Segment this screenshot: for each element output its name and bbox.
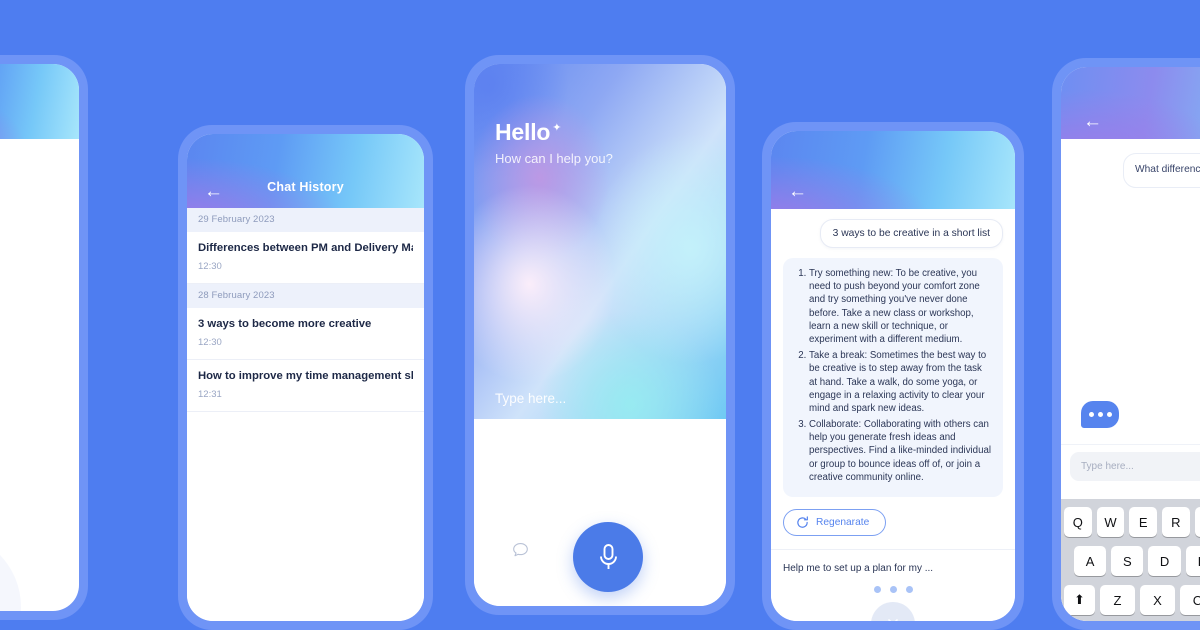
sparkle-icon: ✦ (552, 122, 562, 135)
on-screen-keyboard: Q W E R T Y A S D F G ⬆ Z X (1061, 499, 1200, 621)
key-t[interactable]: T (1194, 507, 1200, 537)
gradient-header (0, 64, 79, 139)
list-item[interactable]: How to improve my time management skills… (187, 360, 424, 412)
input-placeholder-text[interactable]: Type here... (495, 391, 566, 406)
gradient-header (1061, 67, 1200, 139)
key-r[interactable]: R (1162, 507, 1190, 537)
key-c[interactable]: C (1180, 585, 1200, 615)
screen-answer: ← 3 ways to be creative in a short list … (771, 131, 1015, 621)
answer-item: Take a break: Sometimes the best way to … (809, 349, 992, 415)
key-shift[interactable]: ⬆ (1064, 585, 1095, 615)
answer-item: Try something new: To be creative, you n… (809, 267, 992, 346)
message-input[interactable]: Type here... (1070, 452, 1200, 481)
phone-keyboard: ← What difference Delivery Manag Type he… (1052, 58, 1200, 630)
keyboard-row-3: ⬆ Z X C V (1064, 585, 1200, 615)
page-title: Chat History (267, 180, 344, 194)
mic-button[interactable] (573, 522, 643, 592)
list-item[interactable]: 3 ways to become more creative 12:30 (187, 308, 424, 360)
back-arrow-icon[interactable]: ← (788, 182, 807, 201)
greeting-title: Hello ✦ (495, 119, 561, 146)
microphone-icon (599, 543, 617, 569)
conversation-body: 3 ways to be creative in a short list Tr… (771, 209, 1015, 621)
key-w[interactable]: W (1096, 507, 1125, 537)
screen-listening: tening (0, 64, 79, 611)
phone-home: Hello ✦ How can I help you? Type here... (465, 55, 735, 615)
key-s[interactable]: S (1111, 546, 1144, 576)
loading-dots (873, 586, 913, 593)
greeting-subtitle: How can I help you? (495, 151, 613, 166)
divider (771, 549, 1015, 550)
screen-chat-history: ← Chat History 29 February 2023 Differen… (187, 134, 424, 621)
back-arrow-icon[interactable]: ← (1083, 112, 1102, 131)
conversation-body: What difference Delivery Manag Type here… (1061, 139, 1200, 621)
chat-bubble-icon[interactable] (512, 542, 529, 564)
typing-indicator (1081, 401, 1119, 428)
greeting-text: Hello (495, 119, 551, 145)
list-item-time: 12:30 (198, 261, 222, 272)
refresh-icon (797, 516, 808, 528)
key-z[interactable]: Z (1100, 585, 1135, 615)
list-item-time: 12:30 (198, 337, 222, 348)
user-message-bubble: 3 ways to be creative in a short list (819, 219, 1003, 248)
history-list: 29 February 2023 Differences between PM … (187, 208, 424, 621)
key-e[interactable]: E (1129, 507, 1158, 537)
keyboard-row-2: A S D F G (1064, 546, 1200, 576)
key-f[interactable]: F (1185, 546, 1200, 576)
key-q[interactable]: Q (1064, 507, 1092, 537)
list-item-title: How to improve my time management skills (198, 370, 413, 382)
gradient-mesh-background (474, 64, 726, 419)
phone-chat-history: ← Chat History 29 February 2023 Differen… (178, 125, 433, 630)
key-d[interactable]: D (1148, 546, 1181, 576)
close-button[interactable] (871, 602, 915, 621)
regenerate-label: Regenarate (816, 517, 870, 528)
keyboard-row-1: Q W E R T Y (1064, 507, 1200, 537)
phone-listening: tening (0, 55, 88, 620)
screen-home: Hello ✦ How can I help you? Type here... (474, 64, 726, 606)
list-item-title: 3 ways to become more creative (198, 318, 372, 330)
date-header: 29 February 2023 (187, 208, 424, 232)
answer-item: Collaborate: Collaborating with others c… (809, 418, 992, 484)
phone-answer: ← 3 ways to be creative in a short list … (762, 122, 1024, 630)
list-item[interactable]: Differences between PM and Delivery Mana… (187, 232, 424, 284)
date-header: 28 February 2023 (187, 284, 424, 308)
close-icon (888, 619, 898, 621)
screen-keyboard: ← What difference Delivery Manag Type he… (1061, 67, 1200, 621)
input-bar: Type here... (1061, 444, 1200, 488)
key-x[interactable]: X (1140, 585, 1175, 615)
user-message-bubble: What difference Delivery Manag (1123, 153, 1200, 188)
suggestion-text[interactable]: Help me to set up a plan for my ... (783, 563, 1003, 574)
key-a[interactable]: A (1074, 546, 1107, 576)
list-item-title: Differences between PM and Delivery Mana… (198, 242, 413, 254)
gradient-header (771, 131, 1015, 209)
mic-halo-outer (0, 532, 21, 611)
assistant-message-bubble: Try something new: To be creative, you n… (783, 258, 1003, 497)
list-item-time: 12:31 (198, 389, 222, 400)
regenerate-button[interactable]: Regenarate (783, 509, 887, 536)
